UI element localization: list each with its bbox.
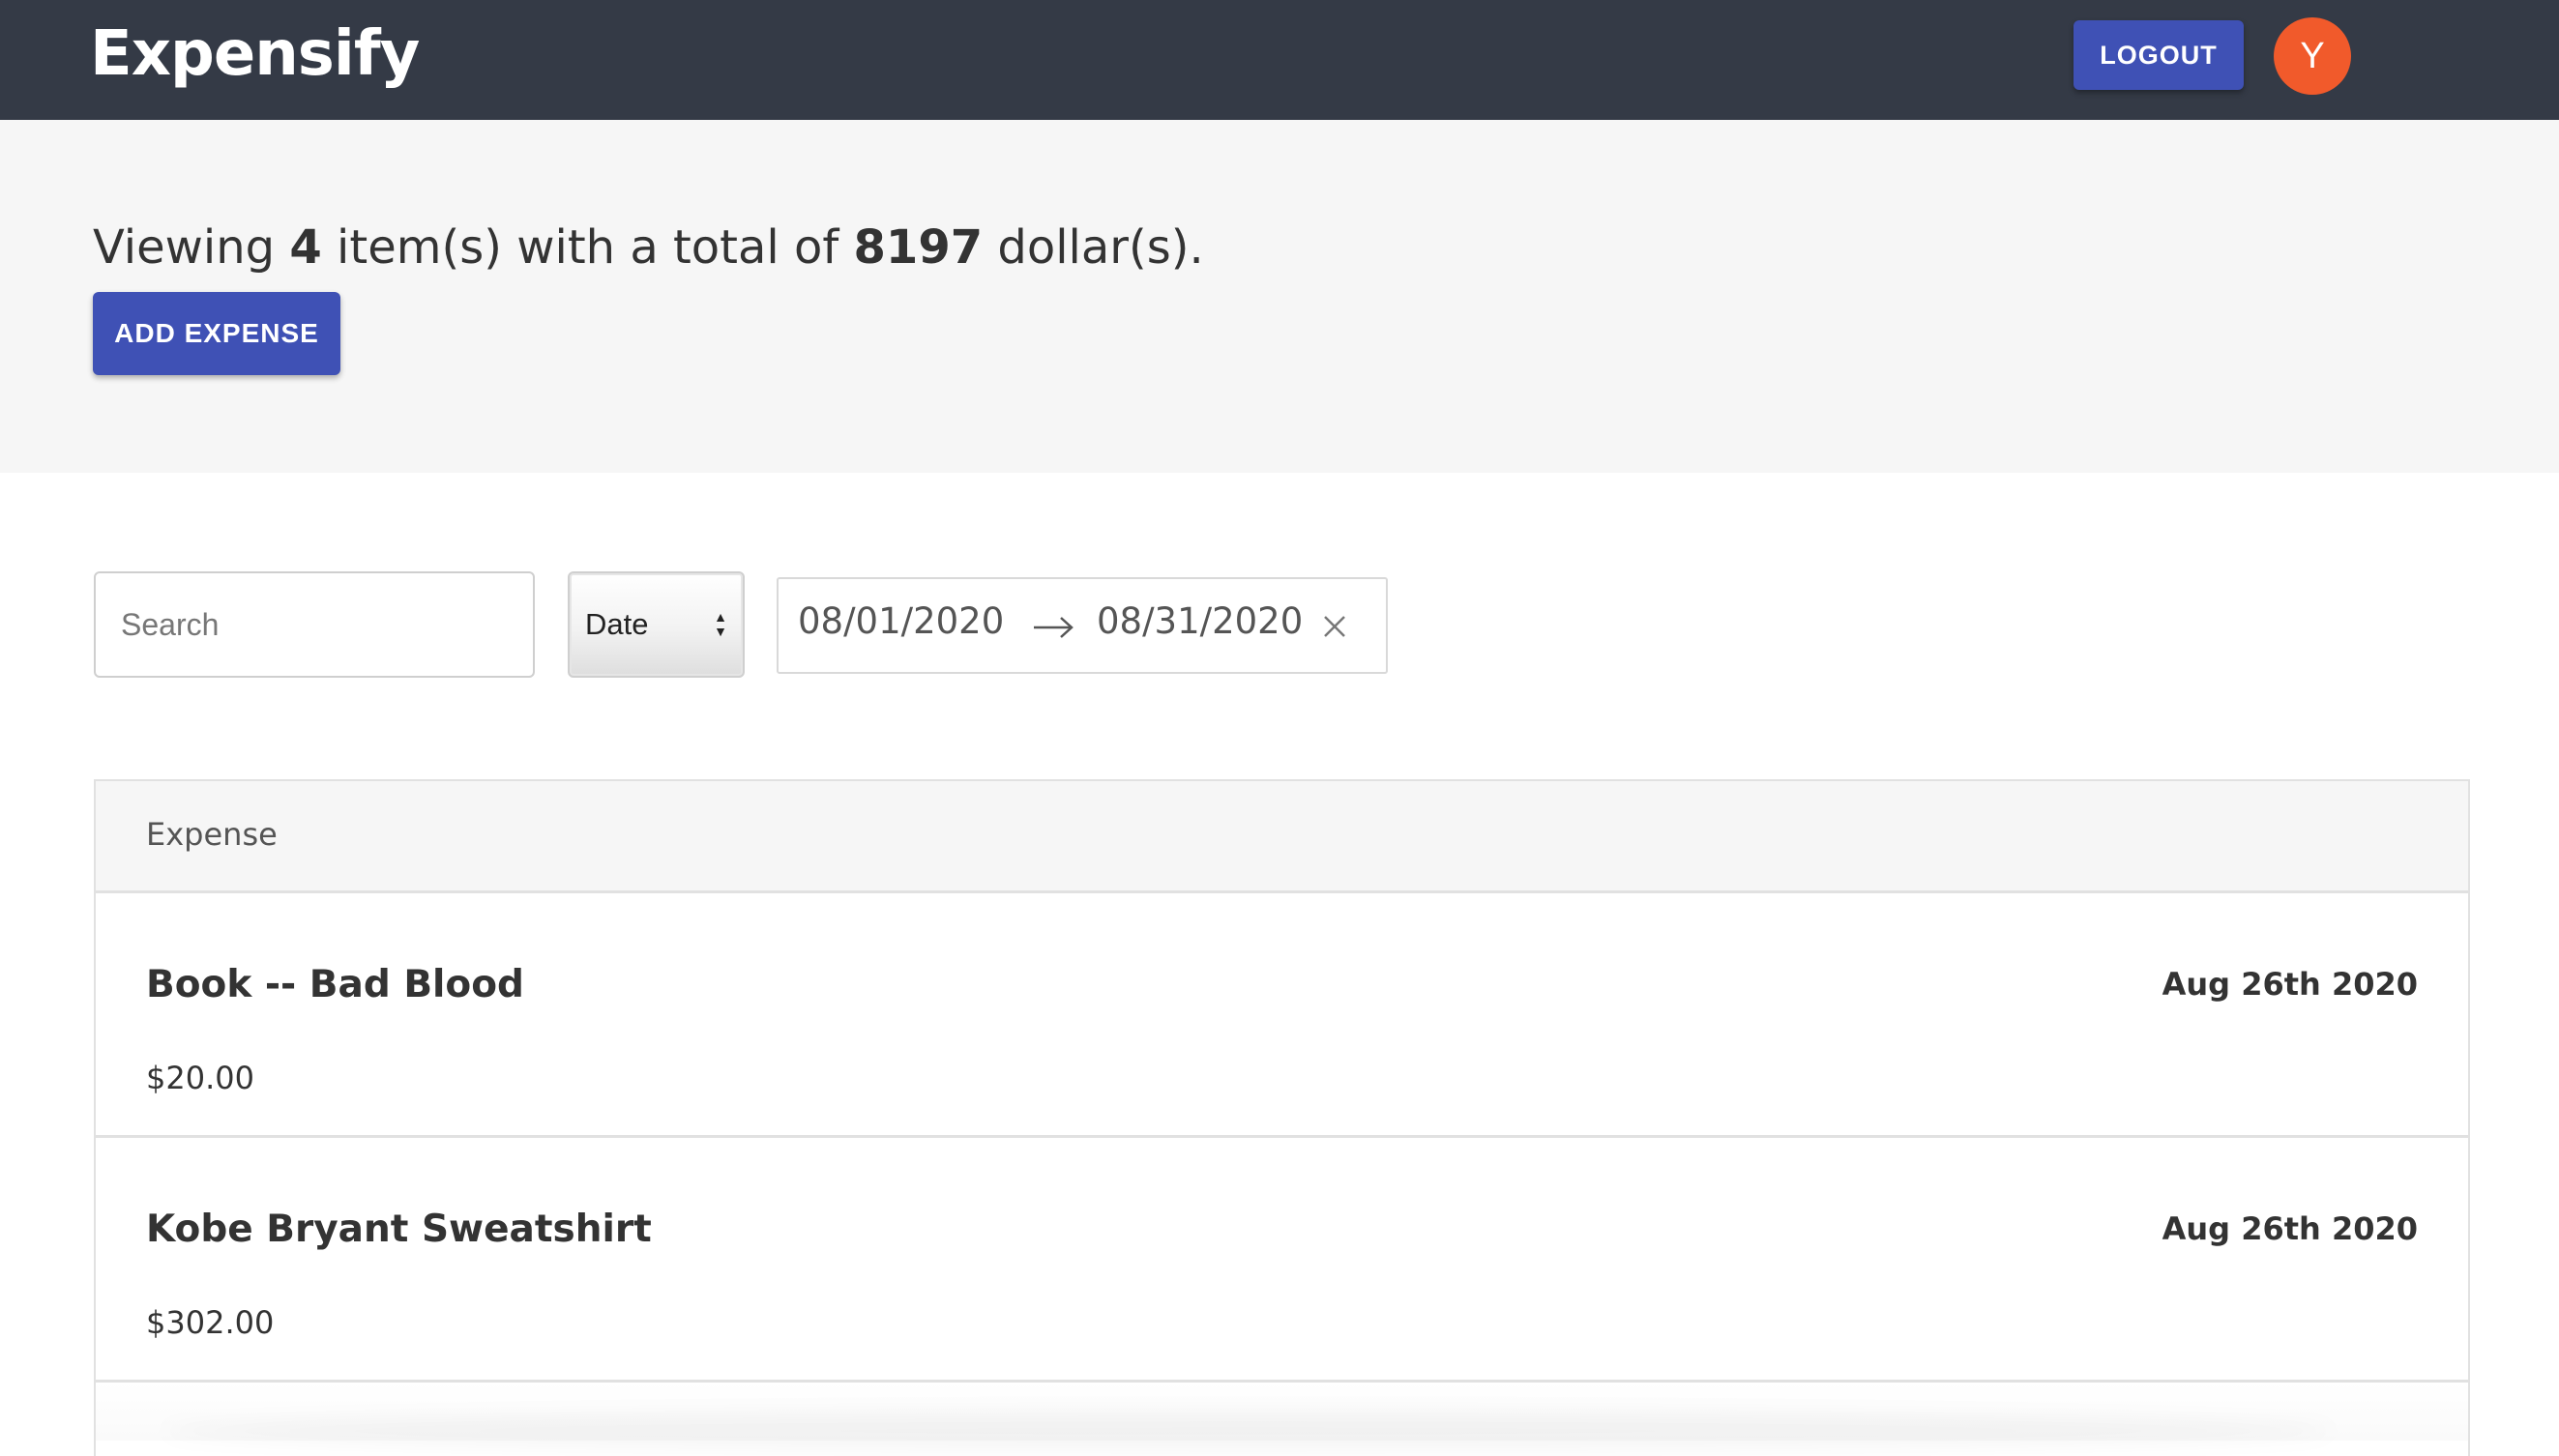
summary-prefix: Viewing <box>93 220 290 275</box>
summary-suffix: dollar(s). <box>983 220 1204 275</box>
summary-middle: item(s) with a total of <box>321 220 854 275</box>
expenses-summary: Viewing 4 item(s) with a total of 8197 d… <box>0 120 2559 473</box>
summary-text: Viewing 4 item(s) with a total of 8197 d… <box>93 220 1204 275</box>
list-item[interactable] <box>96 1383 2468 1450</box>
expense-list-header: Expense <box>96 781 2468 893</box>
expense-amount: $302.00 <box>146 1304 275 1341</box>
expense-date: Aug 26th 2020 <box>2162 966 2418 1003</box>
sort-selected-value: Date <box>585 607 649 641</box>
search-input[interactable] <box>94 571 535 678</box>
add-expense-button[interactable]: ADD EXPENSE <box>93 292 340 375</box>
expense-list-header-label: Expense <box>146 816 278 853</box>
start-date-input[interactable]: 08/01/2020 <box>798 600 1004 642</box>
expense-list: Expense Book -- Bad Blood Aug 26th 2020 … <box>94 779 2470 1456</box>
arrow-right-icon <box>1034 617 1074 638</box>
list-item[interactable]: Kobe Bryant Sweatshirt Aug 26th 2020 $30… <box>96 1138 2468 1383</box>
logout-button[interactable]: LOGOUT <box>2074 20 2244 90</box>
row-hover-shadow <box>163 1412 2333 1450</box>
expense-description: Book -- Bad Blood <box>146 963 524 1006</box>
expense-amount: $20.00 <box>146 1060 254 1096</box>
user-avatar[interactable]: Y <box>2274 17 2351 95</box>
sort-arrows-icon: ▲ ▼ <box>714 609 727 639</box>
close-icon[interactable] <box>1320 612 1349 641</box>
app-logo[interactable]: Expensify <box>90 14 420 95</box>
top-header: Expensify LOGOUT Y <box>0 0 2559 120</box>
date-range-picker: 08/01/2020 08/31/2020 <box>777 577 1388 674</box>
expense-date: Aug 26th 2020 <box>2162 1210 2418 1247</box>
end-date-input[interactable]: 08/31/2020 <box>1097 600 1303 642</box>
summary-count: 4 <box>289 220 322 275</box>
list-item[interactable]: Book -- Bad Blood Aug 26th 2020 $20.00 <box>96 893 2468 1138</box>
summary-total: 8197 <box>853 220 984 275</box>
expense-description: Kobe Bryant Sweatshirt <box>146 1208 652 1251</box>
sort-by-select[interactable]: Date ▲ ▼ <box>568 571 745 678</box>
